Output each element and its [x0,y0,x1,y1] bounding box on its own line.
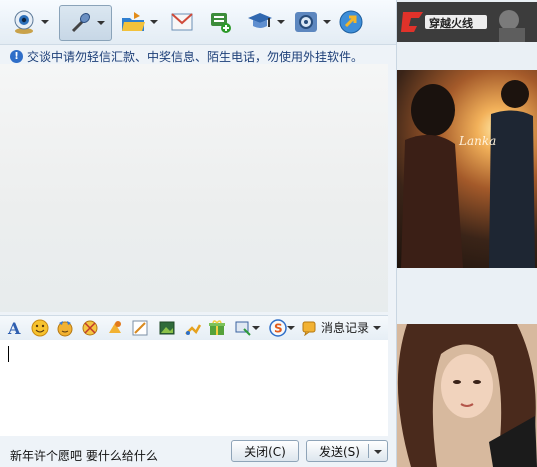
more-tools-button[interactable] [292,5,331,39]
webcam-icon [10,8,38,36]
soso-s-icon: S [269,319,287,337]
send-button-label: 发送(S) [319,444,360,459]
send-options-chevron-icon[interactable] [374,448,382,456]
create-group-button[interactable] [206,5,234,39]
chevron-down-icon [252,326,260,330]
screen-capture-icon [235,321,251,336]
chevron-down-icon[interactable] [277,18,285,26]
microphone-icon [66,9,94,37]
message-record-button[interactable]: 消息记录 [302,319,382,336]
music-icon[interactable] [183,318,203,338]
graduation-cap-icon [246,8,274,36]
bottom-bar: 新年许个愿吧 要什么给什么 关闭(C) 发送(S) [0,436,396,467]
send-image-icon[interactable] [157,318,177,338]
banner-text: 穿越火线 [429,17,473,30]
gear-icon [292,8,320,36]
gift-icon[interactable] [207,318,227,338]
soso-search-button[interactable]: S [267,318,297,338]
couple-photo-ad[interactable]: Lanka [397,70,537,268]
couple-silhouette-icon [401,80,535,268]
voice-message-icon[interactable] [105,318,125,338]
format-toolbar: A S 消息记录 [0,315,388,341]
send-divider [368,444,369,458]
security-notice-text: 交谈中请勿轻信汇款、中奖信息、陌生电话，勿使用外挂软件。 [27,49,364,64]
message-record-label: 消息记录 [321,321,370,335]
chat-toolbar [0,0,396,45]
svg-text:S: S [274,322,283,336]
portrait-icon [397,324,537,467]
video-call-button[interactable] [10,5,49,39]
game-banner-ad[interactable]: 穿越火线 [397,2,537,42]
voice-call-button[interactable] [59,5,112,41]
shake-window-icon[interactable] [80,318,100,338]
magic-emoji-icon[interactable] [55,318,75,338]
svg-text:A: A [7,319,21,337]
status-text: 新年许个愿吧 要什么给什么 [10,449,158,463]
message-history[interactable] [0,64,388,312]
chevron-down-icon [287,326,295,330]
font-icon[interactable]: A [5,318,25,338]
folder-icon [119,8,147,36]
app-store-button[interactable] [246,5,285,39]
chevron-down-icon[interactable] [41,18,49,26]
text-caret [8,346,9,362]
chevron-down-icon[interactable] [97,19,105,27]
portrait-photo-ad[interactable] [397,324,537,467]
arrow-circle-icon [337,8,365,36]
info-shield-icon: ! [10,49,23,63]
security-notice: ! 交谈中请勿轻信汇款、中奖信息、陌生电话，勿使用外挂软件。 [10,48,363,64]
doodle-icon[interactable] [130,318,150,338]
chevron-down-icon[interactable] [150,18,158,26]
chevron-down-icon[interactable] [323,18,331,26]
emoji-icon[interactable] [30,318,50,338]
message-input[interactable] [0,340,388,436]
send-email-button[interactable] [168,5,196,39]
sidebar-ads: 穿越火线 Lanka [397,0,537,467]
chat-window: ! 交谈中请勿轻信汇款、中奖信息、陌生电话，勿使用外挂软件。 A S 消息记录 … [0,0,397,467]
send-button[interactable]: 发送(S) [306,440,388,462]
add-chat-icon [206,8,234,36]
send-file-button[interactable] [119,5,158,39]
photo-caption: Lanka [459,134,497,148]
screenshot-button[interactable] [232,318,262,338]
chat-history-icon [302,321,316,336]
remote-assist-button[interactable] [337,5,365,39]
close-button[interactable]: 关闭(C) [231,440,299,462]
chevron-down-icon [373,325,382,330]
mail-icon [168,8,196,36]
